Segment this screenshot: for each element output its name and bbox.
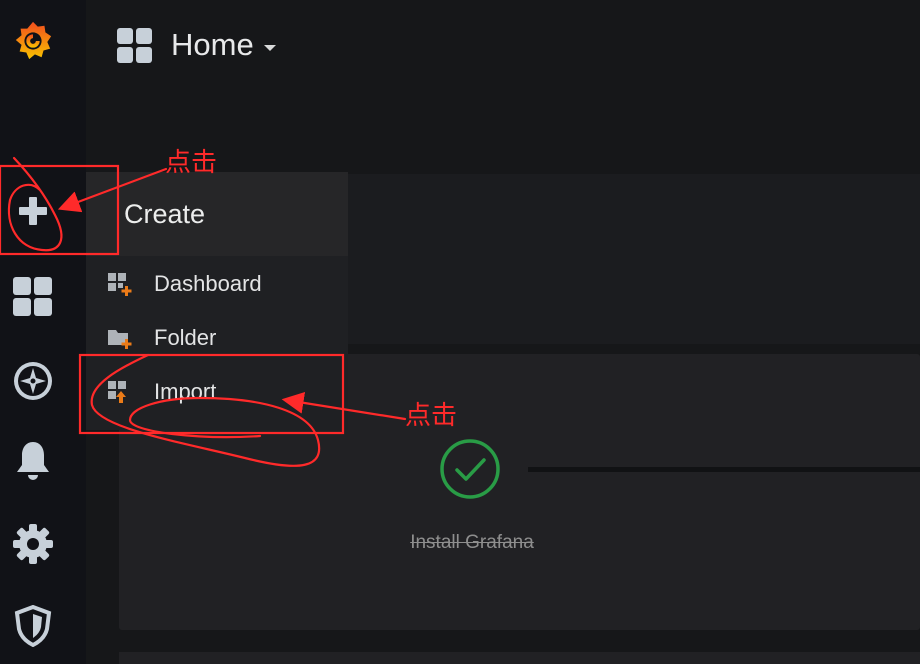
menu-item-label: Dashboard bbox=[154, 271, 262, 296]
menu-item-label: Import bbox=[154, 379, 217, 404]
dashboard-add-icon bbox=[106, 272, 134, 296]
background-panel bbox=[119, 652, 920, 664]
page-title: Home bbox=[171, 27, 254, 62]
dashboard-picker[interactable]: Home bbox=[171, 27, 276, 63]
gear-icon[interactable] bbox=[12, 523, 54, 565]
background-panel bbox=[340, 174, 920, 344]
grafana-logo-icon[interactable] bbox=[12, 20, 54, 62]
shield-icon[interactable] bbox=[12, 605, 54, 647]
step-label[interactable]: Install Grafana bbox=[382, 532, 562, 554]
plus-icon[interactable] bbox=[12, 190, 54, 232]
import-icon bbox=[106, 380, 134, 404]
annotation-label: 点击 bbox=[165, 148, 218, 178]
top-navbar: Home bbox=[86, 0, 920, 92]
create-menu: Create Dashboard Folder Import bbox=[86, 172, 348, 430]
annotation-label: 点击 bbox=[405, 401, 458, 431]
bell-icon[interactable] bbox=[12, 440, 54, 482]
menu-header[interactable]: Create bbox=[86, 172, 348, 256]
menu-item-label: Folder bbox=[154, 325, 217, 350]
dashboard-grid-icon[interactable] bbox=[12, 276, 54, 318]
sidebar bbox=[0, 0, 86, 664]
menu-item-import[interactable]: Import bbox=[86, 367, 348, 417]
folder-add-icon bbox=[106, 326, 134, 350]
menu-item-dashboard[interactable]: Dashboard bbox=[86, 259, 348, 309]
step-progress-line bbox=[528, 467, 920, 472]
check-circle-icon bbox=[439, 438, 501, 500]
dashboard-grid-icon bbox=[116, 27, 154, 65]
caret-down-icon bbox=[263, 45, 276, 51]
menu-item-folder[interactable]: Folder bbox=[86, 313, 348, 363]
compass-icon[interactable] bbox=[12, 360, 54, 402]
